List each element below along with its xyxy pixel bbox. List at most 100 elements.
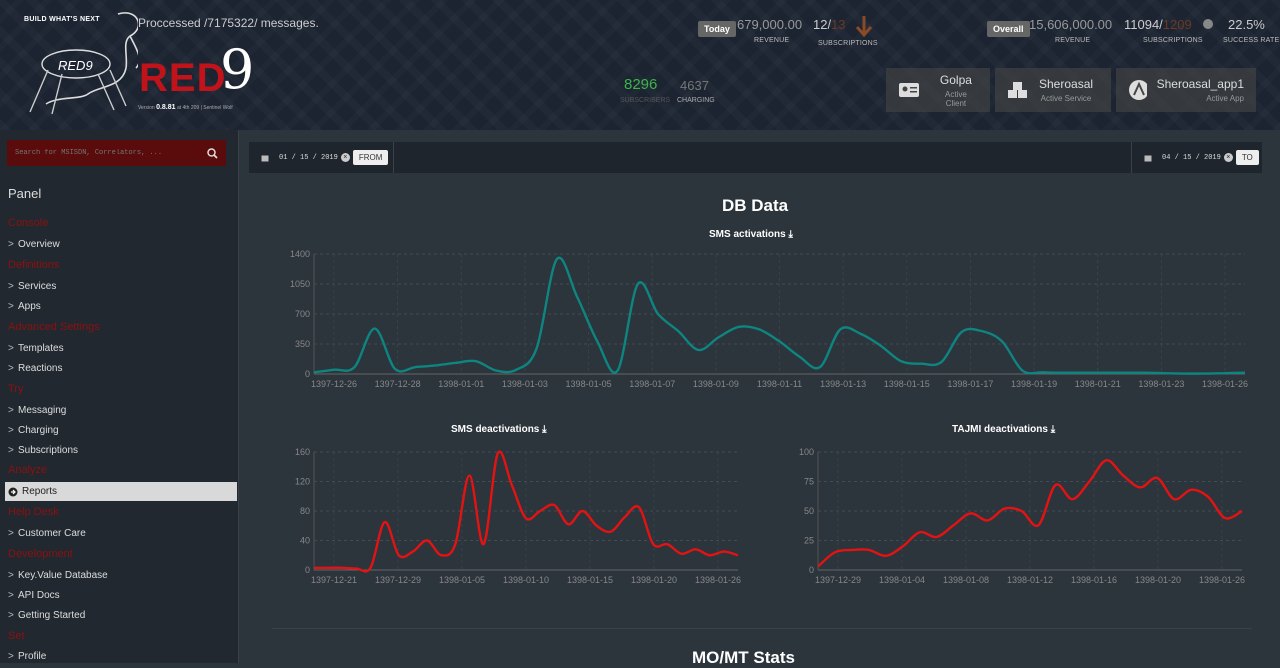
app-a-icon xyxy=(1129,80,1147,100)
x-tick-label: 1398-01-15 xyxy=(884,379,930,389)
y-tick-label: 80 xyxy=(300,506,310,516)
y-tick-label: 0 xyxy=(305,369,310,379)
service-card[interactable]: Sheroasal Active Service xyxy=(995,68,1111,112)
section-advanced: Advanced Settings xyxy=(8,321,100,333)
chart-title-sms-deactivations: SMS deactivations ⤓ xyxy=(451,424,547,435)
sidebar-item-apps[interactable]: > Apps xyxy=(8,301,41,312)
x-tick-label: 1398-01-26 xyxy=(1199,575,1245,585)
processed-count: Proccessed /7175322/ messages. xyxy=(138,16,319,30)
to-button[interactable]: TO xyxy=(1235,150,1259,165)
overall-badge: Overall xyxy=(987,19,1030,37)
x-tick-label: 1398-01-20 xyxy=(631,575,677,585)
app-card[interactable]: Sheroasal_app1 Active App xyxy=(1116,68,1256,112)
y-tick-label: 1400 xyxy=(290,249,310,259)
calendar-icon xyxy=(1144,155,1152,161)
calendar-icon xyxy=(261,155,269,161)
x-tick-label: 1398-01-16 xyxy=(1071,575,1117,585)
download-icon[interactable]: ⤓ xyxy=(1051,424,1055,435)
x-tick-label: 1398-01-20 xyxy=(1135,575,1181,585)
y-tick-label: 0 xyxy=(305,565,310,575)
sidebar-item-templates[interactable]: > Templates xyxy=(8,343,64,354)
clear-from-icon[interactable]: × xyxy=(340,153,350,162)
logo-script-text: RED9 xyxy=(58,58,93,73)
sidebar-item-customer-care[interactable]: > Customer Care xyxy=(8,528,86,539)
section-console: Console xyxy=(8,217,49,229)
arrow-circle-right-icon xyxy=(8,487,18,496)
smiley-icon xyxy=(1203,19,1213,29)
clear-to-icon[interactable]: × xyxy=(1223,153,1233,162)
from-button[interactable]: FROM xyxy=(352,150,389,165)
y-tick-label: 120 xyxy=(295,477,310,487)
x-tick-label: 1397-12-29 xyxy=(815,575,861,585)
x-tick-label: 1397-12-29 xyxy=(375,575,421,585)
section-try: Try xyxy=(8,383,24,395)
x-tick-label: 1398-01-19 xyxy=(1011,379,1057,389)
sidebar-item-getting-started[interactable]: > Getting Started xyxy=(8,610,85,621)
sidebar-item-profile[interactable]: > Profile xyxy=(8,651,46,662)
success-rate-label: SUCCESS RATE xyxy=(1223,37,1280,44)
x-tick-label: 1397-12-26 xyxy=(311,379,357,389)
chart-sms-activations: 0 350 700 1050 1400 1397-12-26 1397-12-28 1398-… xyxy=(290,249,1248,389)
to-date-group: 04 / 15 / 2019 × TO xyxy=(1131,142,1262,173)
x-tick-label: 1398-01-09 xyxy=(693,379,739,389)
x-tick-label: 1398-01-26 xyxy=(1202,379,1248,389)
x-tick-label: 1398-01-23 xyxy=(1138,379,1184,389)
download-icon[interactable]: ⤓ xyxy=(788,229,792,240)
y-tick-label: 40 xyxy=(300,536,310,546)
search-input[interactable] xyxy=(15,149,207,157)
page-title: DB Data xyxy=(722,196,789,215)
brand-red: RED xyxy=(139,56,227,100)
arrow-down-icon xyxy=(855,16,873,38)
overall-subscriptions: 11094/1209 xyxy=(1124,17,1192,32)
search-icon[interactable] xyxy=(207,147,218,159)
y-tick-label: 50 xyxy=(804,506,814,516)
sidebar-item-kv-database[interactable]: > Key.Value Database xyxy=(8,570,108,581)
chart-tajmi-deactivations: 0 25 50 75 100 1397-12-29 1398-01-04 1398-01-08… xyxy=(799,447,1245,585)
success-rate: 22.5% xyxy=(1228,17,1265,32)
version-line: Version 0.8.81 at 4th 209 | Sentinel Wol… xyxy=(138,104,233,111)
x-tick-label: 1398-01-17 xyxy=(947,379,993,389)
charging-label: CHARGING xyxy=(677,97,715,104)
app-header: BUILD WHAT'S NEXT RED9 Proccessed /71753… xyxy=(0,0,1280,130)
x-tick-label: 1398-01-13 xyxy=(820,379,866,389)
today-revenue: 679,000.00 xyxy=(737,17,803,32)
x-tick-label: 1397-12-28 xyxy=(375,379,421,389)
overall-revenue-label: REVENUE xyxy=(1055,37,1091,44)
sidebar-item-messaging[interactable]: > Messaging xyxy=(8,405,66,416)
download-icon[interactable]: ⤓ xyxy=(542,424,546,435)
sidebar-item-reports[interactable]: Reports xyxy=(5,482,237,501)
search-box[interactable] xyxy=(7,140,226,166)
subscribers-label: SUBSCRIBERS xyxy=(620,97,671,104)
sidebar-item-charging[interactable]: > Charging xyxy=(8,425,59,436)
today-revenue-label: REVENUE xyxy=(754,37,790,44)
y-tick-label: 160 xyxy=(295,447,310,457)
y-tick-label: 75 xyxy=(804,477,814,487)
overall-revenue: 15,606,000.00 xyxy=(1029,17,1113,32)
section-analyze: Analyze xyxy=(8,464,48,476)
x-tick-label: 1398-01-10 xyxy=(503,575,549,585)
to-date-input[interactable]: 04 / 15 / 2019 xyxy=(1162,154,1221,162)
sidebar-item-subscriptions[interactable]: > Subscriptions xyxy=(8,445,78,456)
cubes-icon xyxy=(1008,82,1027,98)
y-tick-label: 700 xyxy=(295,309,310,319)
subscribers-count: 8296 xyxy=(624,76,658,93)
y-tick-label: 1050 xyxy=(290,279,310,289)
today-subscriptions-label: SUBSCRIPTIONS xyxy=(818,40,878,47)
x-tick-label: 1398-01-04 xyxy=(879,575,925,585)
sidebar-item-api-docs[interactable]: > API Docs xyxy=(8,590,60,601)
id-card-icon xyxy=(899,83,919,97)
brand-nine: 9 xyxy=(220,38,255,101)
client-card[interactable]: Golpa Active Client xyxy=(886,68,990,112)
y-tick-label: 0 xyxy=(809,565,814,575)
x-tick-label: 1398-01-12 xyxy=(1007,575,1053,585)
x-tick-label: 1398-01-21 xyxy=(1075,379,1121,389)
x-tick-label: 1398-01-08 xyxy=(943,575,989,585)
sidebar-item-reactions[interactable]: > Reactions xyxy=(8,363,62,374)
y-tick-label: 100 xyxy=(799,447,814,457)
sidebar-item-overview[interactable]: > Overview xyxy=(8,239,60,250)
date-range-bar: 01 / 15 / 2019 × FROM 04 / 15 / 2019 × T… xyxy=(249,142,1262,173)
section-title-mo-mt: MO/MT Stats xyxy=(692,648,795,667)
sidebar-item-services[interactable]: > Services xyxy=(8,281,56,292)
from-date-input[interactable]: 01 / 15 / 2019 xyxy=(279,154,338,162)
section-set: Set xyxy=(8,630,25,642)
